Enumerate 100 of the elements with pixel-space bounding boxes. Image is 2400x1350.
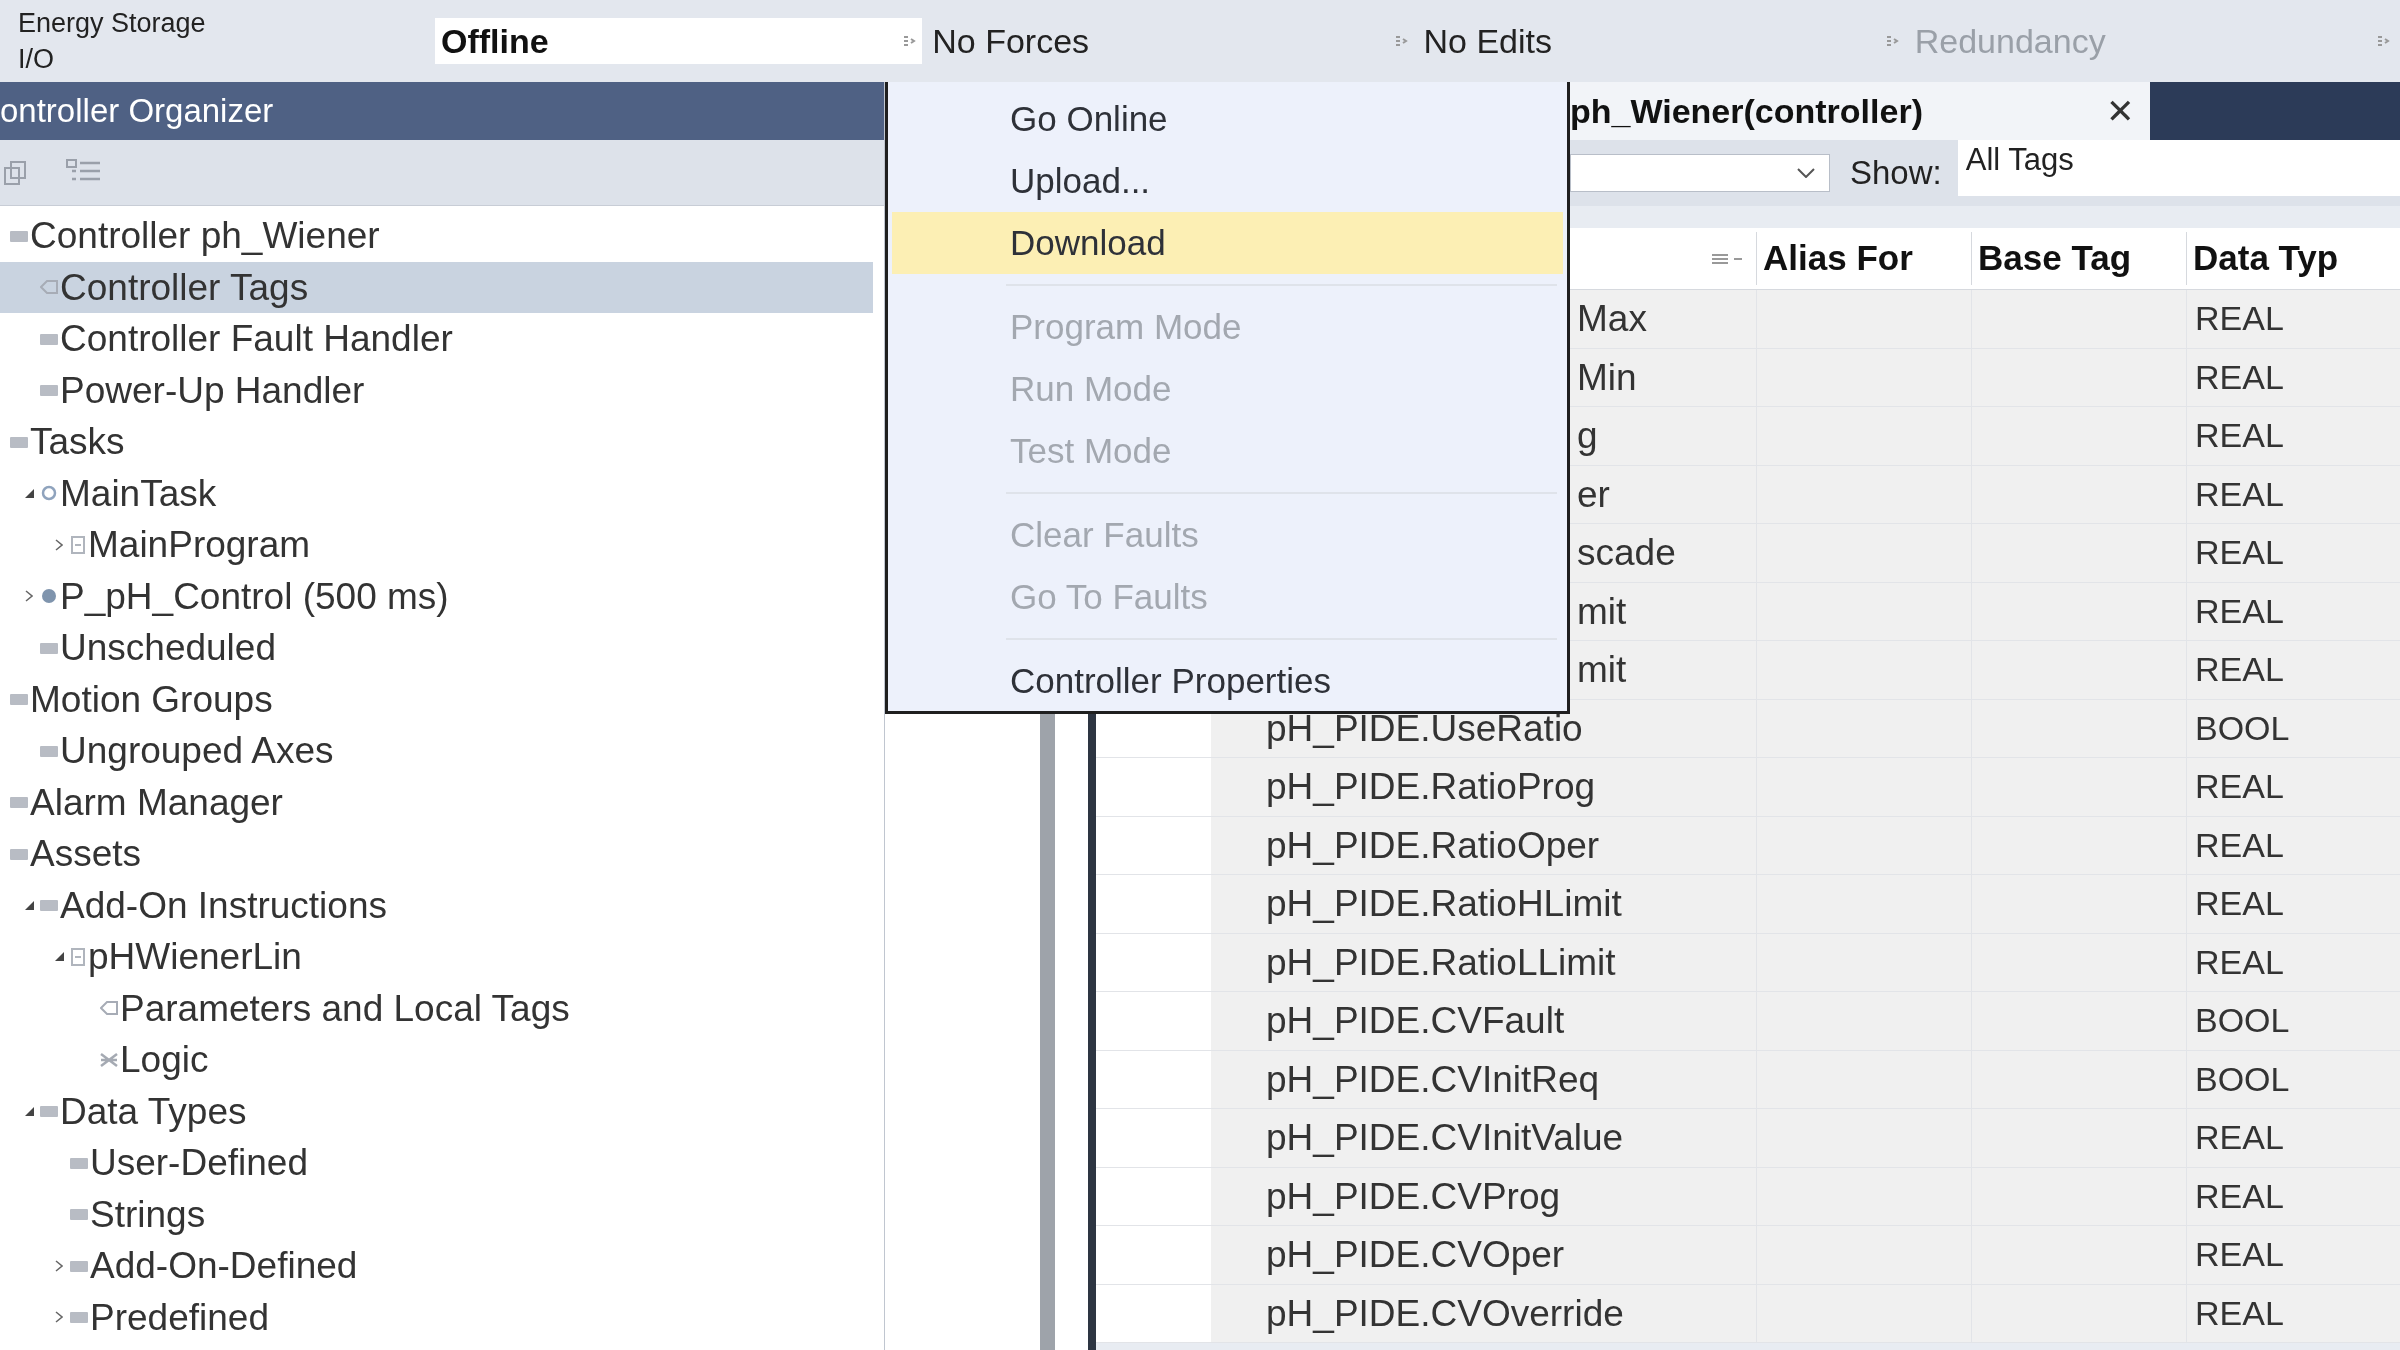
logic-icon (100, 1052, 118, 1067)
tree-item[interactable]: Controller Tags (0, 261, 873, 313)
folder-icon (10, 693, 28, 706)
folder-icon (40, 744, 58, 757)
tree-item[interactable]: Alarm Manager (0, 776, 873, 828)
folder-icon (40, 384, 58, 397)
tree-item-label: User-Defined (90, 1141, 308, 1185)
folder-icon (70, 1311, 88, 1324)
tree-item-label: MainTask (60, 471, 217, 516)
expanded-arrow-icon[interactable] (54, 952, 64, 962)
tree-item[interactable]: Data Types (0, 1085, 873, 1137)
status-dropdown[interactable]: Offline (435, 18, 923, 64)
tree-item-label: Add-On Instructions (60, 883, 387, 928)
menu-item[interactable]: Go Online (892, 88, 1563, 150)
tree-item[interactable]: Ungrouped Axes (0, 725, 873, 777)
tree-item[interactable]: Unscheduled (0, 622, 873, 674)
tree-item[interactable]: Parameters and Local Tags (0, 982, 873, 1034)
tree-item[interactable]: Controller Fault Handler (0, 313, 873, 365)
expanded-arrow-icon[interactable] (24, 488, 34, 498)
tree-item[interactable]: Logic (0, 1034, 873, 1086)
tree-item-label: P_pH_Control (500 ms) (60, 574, 449, 619)
expanded-arrow-icon[interactable] (24, 1106, 34, 1116)
tree-item[interactable]: pHWienerLin (0, 931, 873, 983)
tree-label: Energy Storage (17, 7, 207, 40)
tree-item[interactable]: MainTask (0, 467, 873, 519)
tree-item-label: Strings (90, 1192, 206, 1237)
tree-item-label: Motion Groups (30, 677, 273, 722)
tree-item-label: Controller Tags (60, 265, 309, 310)
tree-item-label: Controller ph_Wiener (30, 214, 380, 258)
data-type-cell: REAL (2186, 1226, 2400, 1284)
editor-tab[interactable]: ph_Wiener(controller) ✕ (1570, 82, 2150, 140)
folder-icon (10, 435, 28, 448)
tree-item-label: Parameters and Local Tags (120, 986, 570, 1031)
panel-header: ontroller Organizer (0, 82, 884, 140)
data-type-cell: REAL (2186, 465, 2400, 523)
filter-field[interactable]: All Tags (1957, 140, 2400, 196)
data-type-cell: REAL (2186, 582, 2400, 640)
tree-item[interactable]: User-Defined (0, 1137, 873, 1189)
tag-name-cell: pH_PIDE.CVInitValue (1211, 1109, 1756, 1167)
folder-icon (40, 899, 58, 912)
folder-icon (10, 796, 28, 809)
close-button[interactable]: ✕ (2106, 85, 2134, 137)
tree-item-label: Ungrouped Axes (60, 729, 334, 773)
tree-item[interactable]: Add-On-Defined (0, 1240, 873, 1292)
column-header[interactable]: Data Typ (2186, 232, 2400, 285)
folder-icon (70, 1208, 88, 1221)
data-type-cell: REAL (2186, 1284, 2400, 1342)
dot-icon (40, 587, 58, 606)
expanded-arrow-icon[interactable] (24, 900, 34, 910)
cycle-icon (40, 484, 58, 503)
menu-item[interactable]: Upload... (892, 150, 1563, 212)
tree-item[interactable]: Add-On Instructions (0, 879, 873, 931)
tree-item-label: Unscheduled (60, 626, 276, 670)
data-type-cell: REAL (2186, 348, 2400, 406)
data-type-cell: BOOL (2186, 992, 2400, 1050)
tree-item[interactable]: Tasks (0, 416, 873, 468)
folder-icon (40, 332, 58, 345)
data-type-cell: REAL (2186, 524, 2400, 582)
status-icon (2376, 34, 2390, 48)
folder-icon (70, 1259, 88, 1272)
tag-name-cell: pH_PIDE.CVProg (1211, 1167, 1756, 1225)
program-icon (70, 535, 86, 554)
program-icon (70, 947, 86, 966)
tree-item-label: Tasks (30, 420, 125, 464)
folder-icon (40, 641, 58, 654)
data-type-cell: REAL (2186, 816, 2400, 874)
data-type-cell: REAL (2186, 1109, 2400, 1167)
tag-name-cell: pH_PIDE.RatioLLimit (1211, 933, 1756, 991)
column-header[interactable]: Alias For (1756, 232, 1971, 285)
tree-item-label: Logic (120, 1038, 209, 1082)
folder-icon (70, 1156, 88, 1169)
tree-item[interactable]: Assets (0, 828, 873, 880)
data-type-cell: REAL (2186, 407, 2400, 465)
tree-item[interactable]: Power-Up Handler (0, 364, 873, 416)
tree-item[interactable]: MainProgram (0, 519, 873, 571)
status-icon (1884, 34, 1899, 48)
tree-item[interactable]: P_pH_Control (500 ms) (0, 570, 873, 622)
tree-item-label: Controller Fault Handler (60, 317, 453, 361)
data-type-cell: REAL (2186, 641, 2400, 699)
tree-item[interactable]: Strings (0, 1188, 873, 1240)
tree-item[interactable]: Motion Groups (0, 673, 873, 725)
menu-item[interactable]: Download (892, 212, 1563, 274)
data-type-cell: REAL (2186, 875, 2400, 933)
tree-item[interactable]: Predefined (0, 1291, 873, 1343)
data-type-cell: BOOL (2186, 699, 2400, 757)
data-type-cell: REAL (2186, 933, 2400, 991)
tree-item-label: Add-On-Defined (90, 1244, 358, 1288)
tree-item-label: Power-Up Handler (60, 368, 365, 413)
tag-name-cell: pH_PIDE.RatioProg (1211, 758, 1756, 816)
tree-item[interactable]: Controller ph_Wiener (0, 210, 873, 262)
status-icon (902, 34, 917, 48)
tag-name-cell: pH_PIDE.RatioHLimit (1211, 875, 1756, 933)
tree-label: I/O (17, 43, 55, 76)
tag-name-cell: pH_PIDE.CVOverride (1211, 1284, 1756, 1342)
tag-name-cell: pH_PIDE.RatioOper (1211, 816, 1756, 874)
chevron-down-icon (1797, 168, 1815, 178)
column-header[interactable]: Base Tag (1971, 232, 2186, 285)
tag-icon (40, 280, 58, 295)
tree-item-label: Predefined (90, 1295, 269, 1340)
tag-icon (100, 1001, 118, 1016)
